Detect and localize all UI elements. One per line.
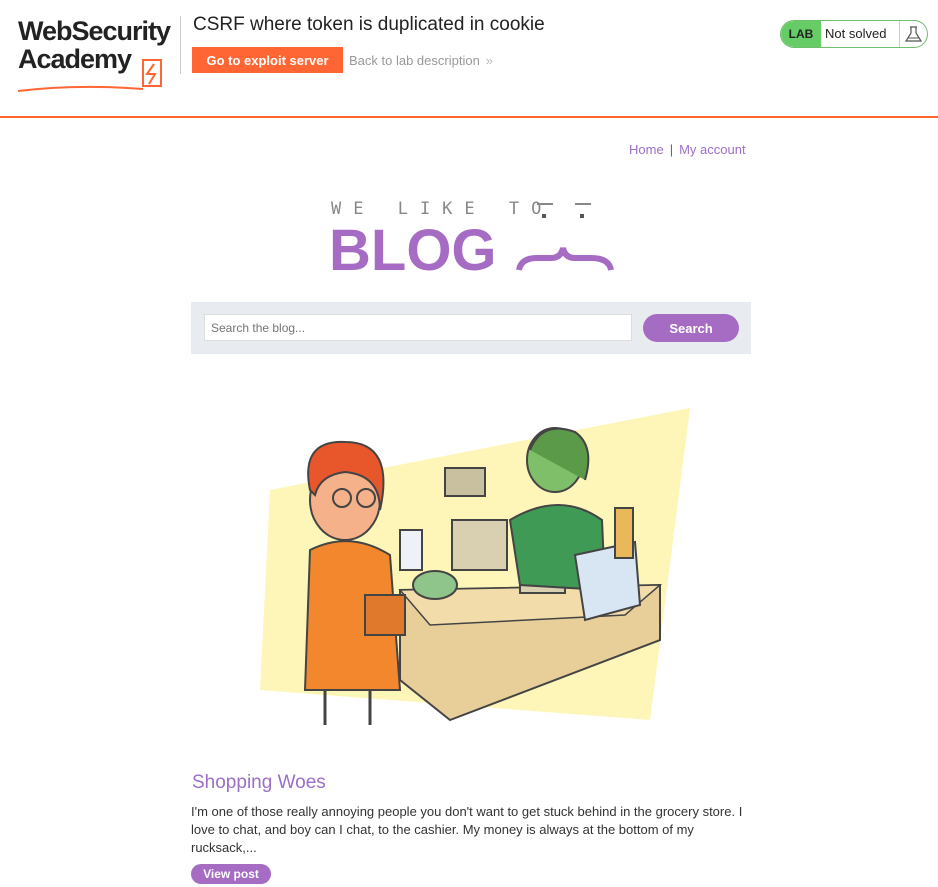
header-divider <box>180 16 181 74</box>
blog-logo-main-text: BLOG <box>329 218 497 283</box>
blog-logo: WE LIKE TO BLOG <box>329 194 619 284</box>
top-nav: Home | My account <box>629 142 746 157</box>
web-security-academy-logo[interactable]: WebSecurity Academy <box>18 16 178 92</box>
nav-my-account-link[interactable]: My account <box>679 142 745 157</box>
double-chevron-right-icon: » <box>485 53 494 68</box>
logo-line1: WebSecurity <box>18 16 171 46</box>
nav-separator: | <box>669 142 674 157</box>
back-link-label: Back to lab description <box>349 53 480 68</box>
lab-badge: LAB <box>781 21 821 47</box>
post-excerpt: I'm one of those really annoying people … <box>191 804 743 855</box>
view-post-button[interactable]: View post <box>191 864 271 884</box>
post-title-link[interactable]: Shopping Woes <box>192 772 326 794</box>
exploit-server-button[interactable]: Go to exploit server <box>192 47 343 73</box>
nav-home-link[interactable]: Home <box>629 142 664 157</box>
lab-title: CSRF where token is duplicated in cookie <box>193 14 545 35</box>
blog-logo-top-text: WE LIKE TO <box>331 199 553 219</box>
search-input[interactable] <box>204 314 632 341</box>
search-bar: Search <box>191 302 751 354</box>
search-button[interactable]: Search <box>643 314 739 342</box>
back-to-lab-description-link[interactable]: Back to lab description » <box>349 53 493 68</box>
lab-status-widget: LAB Not solved <box>780 20 928 48</box>
post-image[interactable] <box>230 380 700 760</box>
logo-swoosh-icon <box>18 59 162 92</box>
flask-icon <box>899 21 927 47</box>
lab-status-text: Not solved <box>825 26 887 41</box>
lab-header: WebSecurity Academy CSRF where token is … <box>0 0 938 118</box>
